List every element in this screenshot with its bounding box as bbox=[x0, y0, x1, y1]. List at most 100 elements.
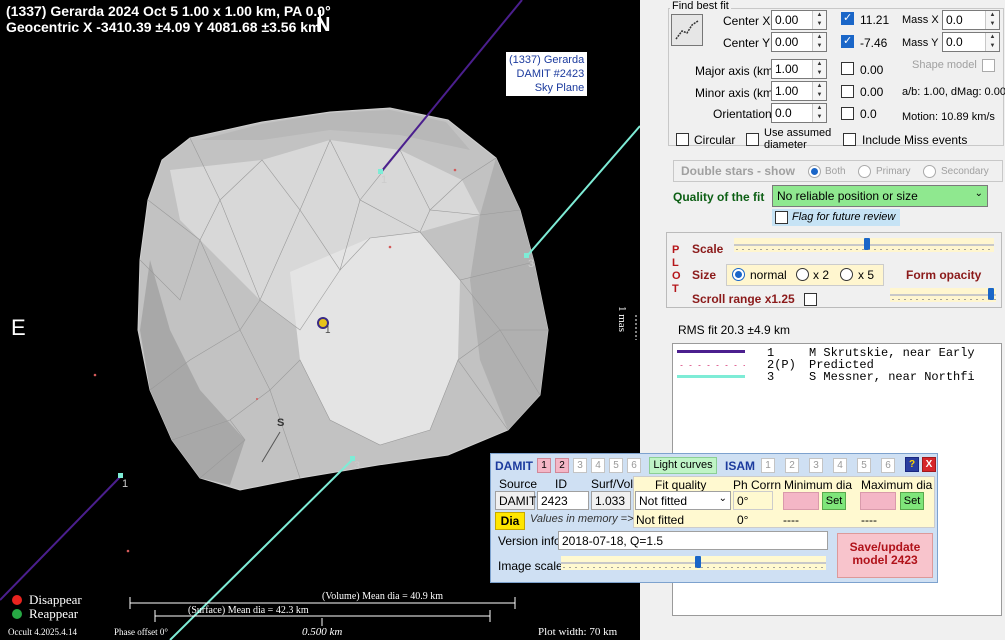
ab-dmag-text: a/b: 1.00, dMag: 0.00 bbox=[902, 86, 1005, 98]
size-x5-radio[interactable] bbox=[840, 268, 853, 281]
set-max-dia-button[interactable]: Set bbox=[900, 492, 924, 510]
dia-button[interactable]: Dia bbox=[495, 512, 525, 530]
quality-fit-value: No reliable position or size bbox=[777, 189, 918, 203]
help-button[interactable]: ? bbox=[905, 457, 919, 472]
shape-model-label: Shape model bbox=[912, 59, 977, 71]
isam-5-button[interactable]: 5 bbox=[857, 458, 871, 473]
s-label: S bbox=[277, 417, 285, 429]
image-scale-label: Image scale bbox=[498, 559, 563, 573]
quality-fit-dropdown[interactable]: No reliable position or size ⌄ bbox=[772, 185, 988, 207]
chord-color-swatch bbox=[677, 350, 745, 353]
min-dia-field[interactable] bbox=[783, 492, 819, 510]
assumed-dia-checkbox[interactable] bbox=[746, 133, 759, 146]
isam-4-button[interactable]: 4 bbox=[833, 458, 847, 473]
mass-y-value[interactable]: 0.0 bbox=[943, 33, 985, 51]
orientation-checkbox[interactable] bbox=[841, 107, 854, 120]
spinner-arrows-icon[interactable]: ▲ ▼ bbox=[812, 11, 826, 29]
light-curves-button[interactable]: Light curves bbox=[649, 457, 717, 474]
circular-checkbox[interactable] bbox=[676, 133, 689, 146]
orientation-label: Orientation bbox=[713, 107, 772, 121]
set-min-dia-button[interactable]: Set bbox=[822, 492, 846, 510]
chord-num: 3 bbox=[767, 370, 775, 384]
damit-model-2-button[interactable]: 2 bbox=[555, 458, 569, 473]
flag-review-label: Flag for future review bbox=[792, 211, 896, 223]
include-miss-checkbox[interactable] bbox=[843, 133, 856, 146]
mem-ph-corrn: 0° bbox=[737, 513, 749, 527]
size-x5-label: x 5 bbox=[858, 268, 875, 282]
id-field[interactable]: 2423 bbox=[537, 491, 589, 510]
form-opacity-slider[interactable] bbox=[890, 288, 996, 302]
major-axis-value[interactable]: 1.00 bbox=[772, 60, 812, 78]
minor-axis-fit: 0.00 bbox=[860, 85, 884, 99]
orientation-value[interactable]: 0.0 bbox=[772, 104, 812, 122]
major-axis-checkbox[interactable] bbox=[841, 62, 854, 75]
slider-track bbox=[890, 294, 996, 296]
minor-axis-spinner[interactable]: 1.00 ▲ ▼ bbox=[771, 81, 827, 101]
close-button[interactable]: X bbox=[922, 457, 936, 472]
fit-quality-dropdown[interactable]: Not fitted ⌄ bbox=[635, 491, 731, 510]
image-scale-slider[interactable] bbox=[561, 556, 826, 570]
isam-1-button[interactable]: 1 bbox=[761, 458, 775, 473]
isam-3-button[interactable]: 3 bbox=[809, 458, 823, 473]
shape-model-checkbox[interactable] bbox=[982, 59, 995, 72]
minor-axis-value[interactable]: 1.00 bbox=[772, 82, 812, 100]
ph-corrn-field[interactable]: 0° bbox=[733, 491, 773, 510]
center-y-value[interactable]: 0.00 bbox=[772, 33, 812, 51]
source-field: DAMIT bbox=[495, 491, 536, 510]
size-normal-radio[interactable] bbox=[732, 268, 745, 281]
plot-letter: T bbox=[672, 283, 679, 295]
center-x-checkbox[interactable] bbox=[841, 11, 854, 25]
damit-model-1-button[interactable]: 1 bbox=[537, 458, 551, 473]
flag-review-checkbox[interactable] bbox=[775, 211, 788, 224]
double-secondary-label: Secondary bbox=[941, 166, 989, 177]
mass-y-spinner[interactable]: 0.0 ▲ ▼ bbox=[942, 32, 1000, 52]
spinner-arrows-icon[interactable]: ▲ ▼ bbox=[985, 33, 999, 51]
mass-x-spinner[interactable]: 0.0 ▲ ▼ bbox=[942, 10, 1000, 30]
damit-label-line: DAMIT #2423 bbox=[516, 68, 585, 80]
mem-min-dia: ---- bbox=[783, 513, 799, 527]
double-primary-radio[interactable] bbox=[858, 165, 871, 178]
scale-bar-label: 0.500 km bbox=[302, 626, 343, 638]
scroll-range-checkbox[interactable] bbox=[804, 293, 817, 306]
minor-axis-checkbox[interactable] bbox=[841, 85, 854, 98]
motion-text: Motion: 10.89 km/s bbox=[902, 111, 995, 123]
isam-2-button[interactable]: 2 bbox=[785, 458, 799, 473]
spinner-arrows-icon[interactable]: ▲ ▼ bbox=[985, 11, 999, 29]
rms-fit-label: RMS fit 20.3 ±4.9 km bbox=[678, 323, 790, 337]
major-axis-spinner[interactable]: 1.00 ▲ ▼ bbox=[771, 59, 827, 79]
save-update-model-button[interactable]: Save/update model 2423 bbox=[837, 533, 933, 578]
spinner-arrows-icon[interactable]: ▲ ▼ bbox=[812, 104, 826, 122]
east-label: E bbox=[11, 315, 26, 340]
damit-model-4-button[interactable]: 4 bbox=[591, 458, 605, 473]
plot-vertical-label: P L O T bbox=[672, 244, 681, 296]
form-opacity-label: Form opacity bbox=[906, 268, 982, 282]
spinner-arrows-icon[interactable]: ▲ ▼ bbox=[812, 33, 826, 51]
find-best-fit-button[interactable] bbox=[671, 14, 703, 46]
major-axis-fit: 0.00 bbox=[860, 63, 884, 77]
damit-model-5-button[interactable]: 5 bbox=[609, 458, 623, 473]
damit-sky-label: (1337) Gerarda DAMIT #2423 Sky Plane bbox=[506, 52, 588, 96]
spinner-arrows-icon[interactable]: ▲ ▼ bbox=[812, 82, 826, 100]
damit-model-3-button[interactable]: 3 bbox=[573, 458, 587, 473]
double-secondary-radio[interactable] bbox=[923, 165, 936, 178]
isam-6-button[interactable]: 6 bbox=[881, 458, 895, 473]
spinner-arrows-icon[interactable]: ▲ ▼ bbox=[812, 60, 826, 78]
orientation-spinner[interactable]: 0.0 ▲ ▼ bbox=[771, 103, 827, 123]
slider-track bbox=[561, 562, 826, 564]
size-label: Size bbox=[692, 268, 717, 282]
center-y-checkbox[interactable] bbox=[841, 34, 854, 48]
scale-slider[interactable] bbox=[734, 238, 994, 252]
mass-x-value[interactable]: 0.0 bbox=[943, 11, 985, 29]
double-both-radio[interactable] bbox=[808, 165, 821, 178]
center-x-spinner[interactable]: 0.00 ▲ ▼ bbox=[771, 10, 827, 30]
chord-name[interactable]: S Messner, near Northfi bbox=[809, 370, 975, 384]
center-x-value[interactable]: 0.00 bbox=[772, 11, 812, 29]
values-memory-label: Values in memory => bbox=[530, 513, 634, 525]
damit-model-6-button[interactable]: 6 bbox=[627, 458, 641, 473]
chord-line-1-lower bbox=[0, 475, 122, 601]
center-y-spinner[interactable]: 0.00 ▲ ▼ bbox=[771, 32, 827, 52]
max-dia-field[interactable] bbox=[860, 492, 896, 510]
plot-width-label: Plot width: 70 km bbox=[538, 626, 618, 638]
chord-label-1: 1 bbox=[122, 478, 129, 490]
size-x2-radio[interactable] bbox=[796, 268, 809, 281]
